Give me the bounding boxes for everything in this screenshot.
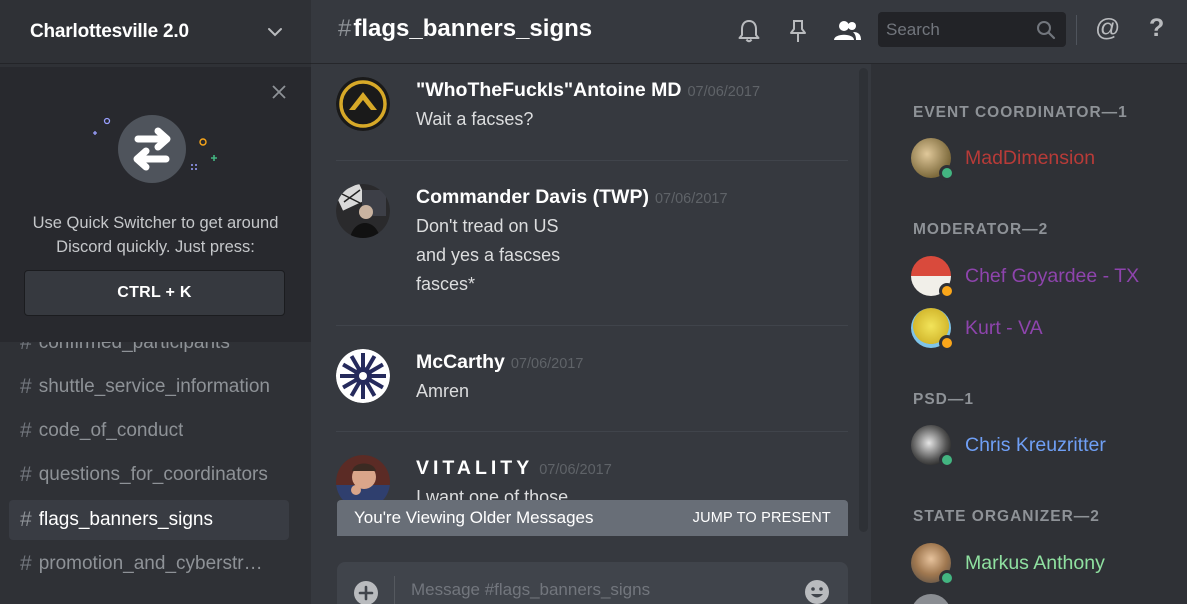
message-text: Amren — [416, 381, 470, 401]
quick-switcher-illustration — [93, 115, 217, 183]
hash-icon: # — [20, 508, 32, 531]
jump-to-present-button[interactable]: JUMP TO PRESENT — [693, 510, 831, 526]
search-input[interactable] — [886, 19, 1031, 40]
channel-name: promotion_and_cyberstreaming — [38, 553, 273, 574]
channel-item[interactable]: # promotion_and_cyberstreaming — [9, 544, 289, 584]
bell-icon[interactable] — [736, 18, 762, 44]
member-item[interactable]: Kurt - VA — [911, 305, 1181, 351]
message: McCarthy 07/06/2017 Amren — [336, 349, 848, 429]
server-name: Charlottesville 2.0 — [30, 20, 189, 42]
member-name: Kurt - VA — [965, 316, 1043, 339]
channel-name: shuttle_service_information — [38, 376, 270, 397]
message-input[interactable] — [411, 580, 791, 600]
message-divider — [336, 431, 848, 432]
channel-title-text: flags_banners_signs — [353, 15, 593, 42]
message-timestamp: 07/06/2017 — [510, 356, 584, 372]
avatar[interactable] — [336, 77, 390, 131]
older-messages-bar: You're Viewing Older Messages JUMP TO PR… — [337, 500, 848, 536]
message-composer — [337, 562, 848, 604]
search-box[interactable] — [878, 12, 1066, 47]
member-name: MadDimension — [965, 146, 1096, 169]
quick-switcher-tip: Use Quick Switcher to get around Discord… — [0, 67, 311, 342]
channel-name: questions_for_coordinators — [38, 464, 268, 485]
emoji-icon[interactable] — [803, 578, 831, 604]
role-heading: PSD—1 — [913, 391, 974, 408]
pin-icon[interactable] — [785, 18, 811, 44]
avatar — [911, 308, 955, 351]
message: Commander Davis (TWP) 07/06/2017 Don't tr… — [336, 184, 848, 314]
chevron-down-icon[interactable] — [267, 24, 283, 40]
avatar — [911, 256, 955, 299]
status-online-icon — [939, 165, 955, 181]
search-icon — [1037, 21, 1056, 40]
member-list: EVENT COORDINATOR—1 MadDimension MODERAT… — [871, 64, 1187, 604]
channel-item[interactable]: # code_of_conduct — [9, 411, 289, 451]
status-idle-icon — [939, 335, 955, 351]
channel-title: #flags_banners_signs — [338, 15, 592, 43]
quick-switcher-text-line: Discord quickly. Just press: — [56, 238, 255, 256]
member-name: Markus Anthony — [965, 551, 1105, 574]
message-divider — [336, 325, 848, 326]
message-text: and yes a fascses — [416, 245, 561, 265]
header-divider — [1076, 15, 1077, 45]
avatar[interactable] — [336, 184, 390, 238]
close-icon[interactable] — [271, 84, 287, 100]
status-online-icon — [939, 452, 955, 468]
channel-item-active[interactable]: # flags_banners_signs — [9, 500, 289, 540]
mention-icon[interactable]: @ — [1095, 14, 1121, 44]
avatar[interactable] — [336, 349, 390, 403]
message-author[interactable]: "WhoTheFuckIs"Antoine MD — [416, 79, 681, 101]
message: "WhoTheFuckIs"Antoine MD 07/06/2017 Wait … — [336, 77, 848, 157]
server-header[interactable]: Charlottesville 2.0 — [0, 0, 311, 64]
message-timestamp: 07/06/2017 — [539, 462, 612, 478]
upload-plus-icon[interactable] — [353, 580, 379, 604]
message-timestamp: 07/06/2017 — [687, 84, 761, 100]
hash-icon: # — [20, 463, 32, 486]
avatar — [911, 543, 955, 586]
message-divider — [336, 160, 848, 161]
role-heading: EVENT COORDINATOR—1 — [913, 104, 1128, 121]
channel-sidebar: Charlottesville 2.0 # confirmed_particip… — [0, 0, 311, 604]
older-messages-text: You're Viewing Older Messages — [354, 508, 594, 527]
message-timestamp: 07/06/2017 — [654, 191, 728, 207]
channel-header: #flags_banners_signs @ ? — [311, 0, 1187, 64]
channel-item[interactable]: # shuttle_service_information — [9, 367, 289, 407]
avatar[interactable] — [911, 594, 951, 604]
channel-name: flags_banners_signs — [38, 509, 213, 530]
channel-item[interactable]: # questions_for_coordinators — [9, 455, 289, 495]
composer-divider — [394, 576, 395, 604]
hash-icon: # — [338, 15, 352, 42]
avatar — [911, 138, 955, 181]
message-text: Don't tread on US — [416, 216, 559, 236]
role-heading: STATE ORGANIZER—2 — [913, 508, 1100, 525]
member-item[interactable]: Markus Anthony — [911, 540, 1181, 586]
hash-icon: # — [20, 419, 32, 442]
member-item[interactable]: Chef Goyardee - TX — [911, 253, 1181, 299]
hash-icon: # — [20, 375, 32, 398]
message-author[interactable]: VITALITY — [416, 457, 533, 479]
help-icon[interactable]: ? — [1149, 14, 1169, 44]
message-author[interactable]: McCarthy — [416, 351, 505, 373]
hash-icon: # — [20, 552, 32, 575]
status-idle-icon — [939, 283, 955, 299]
quick-switcher-shortcut: CTRL + K — [24, 270, 285, 316]
member-name: Chris Kreuzritter — [965, 433, 1106, 456]
message-author[interactable]: Commander Davis (TWP) — [416, 186, 649, 208]
status-online-icon — [939, 570, 955, 586]
message-scrollbar[interactable] — [859, 68, 868, 532]
message-text: Wait a facses? — [416, 109, 534, 129]
role-heading: MODERATOR—2 — [913, 221, 1049, 238]
member-item[interactable]: MadDimension — [911, 135, 1181, 181]
message-text: fasces* — [416, 274, 476, 294]
quick-switcher-text-line: Use Quick Switcher to get around — [32, 214, 279, 232]
member-name: Chef Goyardee - TX — [965, 264, 1140, 287]
channel-name: code_of_conduct — [38, 420, 184, 441]
avatar — [911, 425, 955, 468]
members-icon[interactable] — [832, 18, 862, 44]
quick-switcher-text: Use Quick Switcher to get around Discord… — [14, 211, 297, 259]
member-item[interactable]: Chris Kreuzritter — [911, 422, 1181, 468]
